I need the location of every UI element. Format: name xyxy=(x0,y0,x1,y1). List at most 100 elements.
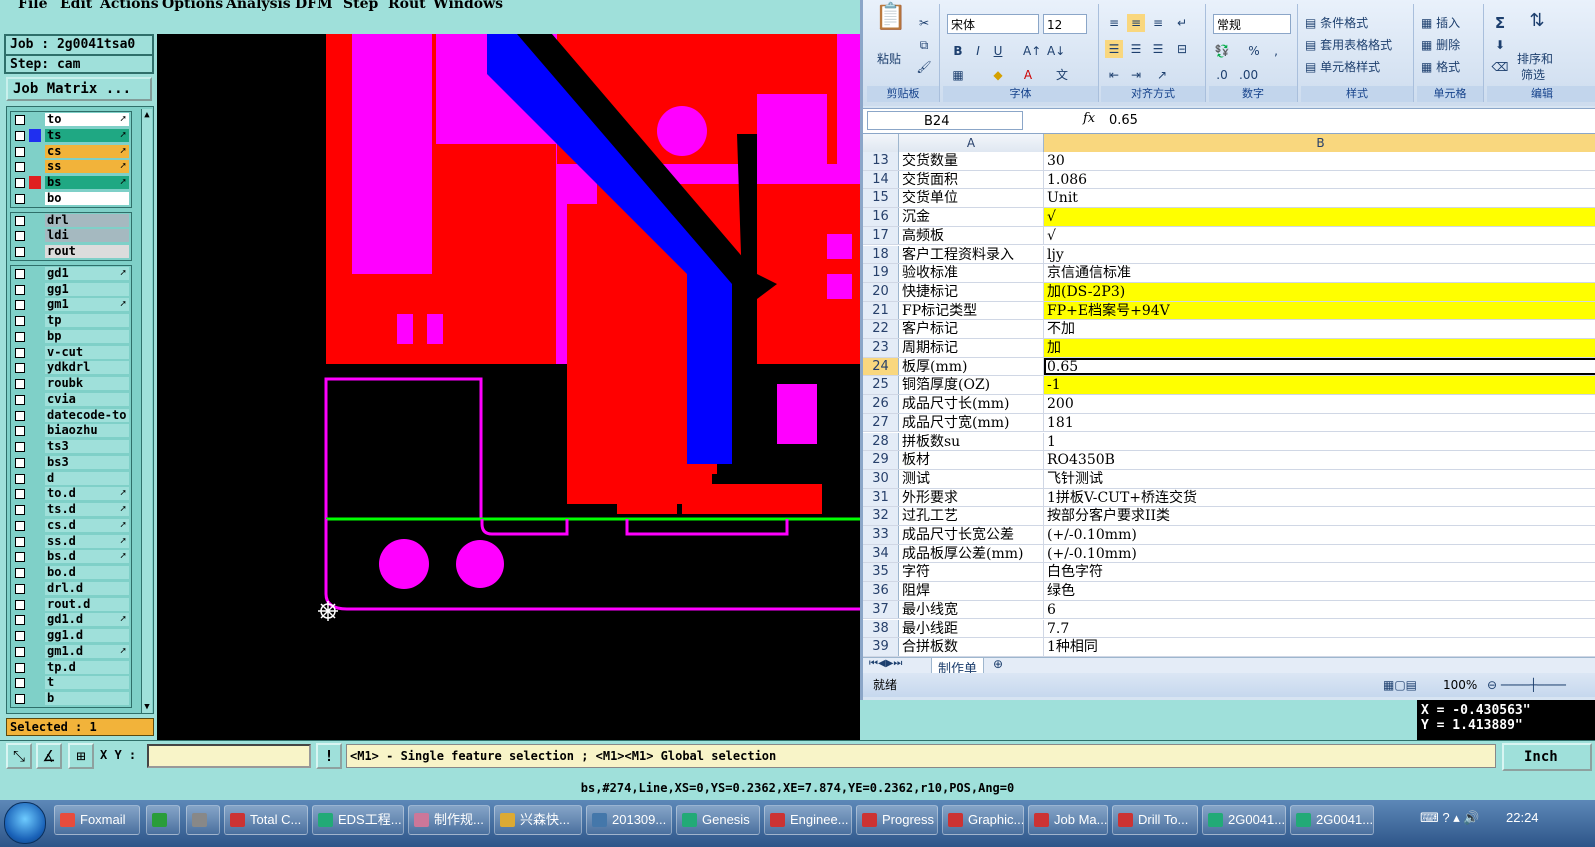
font-color-icon[interactable]: A xyxy=(1019,66,1037,84)
taskbar-item[interactable]: Foxmail xyxy=(54,805,140,835)
layer-name[interactable]: rout xyxy=(45,245,129,258)
layer-affected-marker[interactable] xyxy=(29,229,41,242)
increase-font-icon[interactable]: A↑ xyxy=(1023,42,1041,60)
layer-name[interactable]: bo.d xyxy=(45,566,129,579)
snap-grid-icon[interactable]: ⊞ xyxy=(68,743,94,769)
taskbar-item[interactable]: Job Ma... xyxy=(1028,805,1108,835)
spreadsheet-row[interactable]: 13 交货数量 30 xyxy=(863,152,1595,171)
layer-checkbox[interactable] xyxy=(15,520,25,531)
job-matrix-button[interactable]: Job Matrix ... xyxy=(6,77,152,101)
percent-icon[interactable]: % xyxy=(1245,42,1263,60)
menu-rout[interactable]: Rout xyxy=(388,0,426,12)
function-icon[interactable]: fx xyxy=(1083,111,1095,126)
menu-step[interactable]: Step xyxy=(343,0,378,12)
sort-filter-label-2[interactable]: 筛选 xyxy=(1521,66,1545,83)
layer-name[interactable]: bo xyxy=(45,191,129,205)
layer-affected-marker[interactable] xyxy=(29,676,41,689)
cell-a[interactable]: 测试 xyxy=(899,469,1044,488)
layer-affected-marker[interactable] xyxy=(29,582,41,595)
layer-name[interactable]: cs.d ➚ xyxy=(45,518,129,532)
comma-icon[interactable]: , xyxy=(1267,42,1285,60)
spreadsheet-row[interactable]: 38 最小线距 7.7 xyxy=(863,619,1595,639)
cell-b[interactable]: 按部分客户要求II类 xyxy=(1044,507,1595,525)
layer-row[interactable]: ss.d ➚ xyxy=(11,534,131,550)
zoom-slider[interactable]: ⊖ ────┼──── xyxy=(1487,673,1566,697)
insert-button[interactable]: ▦ 插入 xyxy=(1421,14,1460,31)
row-number[interactable]: 34 xyxy=(863,544,899,563)
layer-affected-marker[interactable] xyxy=(29,361,41,374)
font-size-select[interactable]: 12 xyxy=(1043,14,1087,34)
layer-row[interactable]: gd1.d ➚ xyxy=(11,612,131,628)
taskbar-item[interactable]: Drill To... xyxy=(1112,805,1198,835)
layer-name[interactable]: bp xyxy=(45,329,129,343)
decrease-font-icon[interactable]: A↓ xyxy=(1047,42,1065,60)
layer-checkbox[interactable] xyxy=(15,193,25,204)
layer-checkbox[interactable] xyxy=(15,568,25,578)
menu-analysis[interactable]: Analysis xyxy=(226,0,291,12)
autosum-icon[interactable]: Σ xyxy=(1491,14,1509,32)
sort-filter-icon[interactable]: ⇅ xyxy=(1523,12,1551,38)
layer-row[interactable]: bp xyxy=(11,329,131,345)
cell-a[interactable]: 过孔工艺 xyxy=(899,507,1044,525)
spreadsheet-row[interactable]: 22 客户标记 不加 xyxy=(863,320,1595,339)
layer-scrollbar[interactable]: ▲ ▼ xyxy=(141,109,152,713)
cell-a[interactable]: 成品尺寸长宽公差 xyxy=(899,526,1044,544)
layer-name[interactable]: datecode-to xyxy=(45,408,129,422)
layer-checkbox[interactable] xyxy=(15,178,25,188)
layer-checkbox[interactable] xyxy=(15,379,25,389)
layer-name[interactable]: cvia xyxy=(45,392,129,406)
layer-name[interactable]: gg1.d xyxy=(45,629,129,642)
cut-icon[interactable]: ✂ xyxy=(915,14,933,32)
spreadsheet-row[interactable]: 19 验收标准 京信通信标准 xyxy=(863,264,1595,283)
spreadsheet-row[interactable]: 31 外形要求 1拼板V-CUT+桥连交货 xyxy=(863,488,1595,508)
layer-name[interactable]: rout.d xyxy=(45,597,129,611)
cell-b[interactable]: 绿色 xyxy=(1044,582,1595,600)
layer-affected-marker[interactable] xyxy=(29,113,41,126)
row-number[interactable]: 31 xyxy=(863,488,899,507)
cell-a[interactable]: 快捷标记 xyxy=(899,282,1044,301)
cell-b[interactable]: 加 xyxy=(1044,339,1595,357)
scroll-up-arrow-icon[interactable]: ▲ xyxy=(142,109,152,121)
layer-row[interactable]: gd1 ➚ xyxy=(11,266,131,282)
menu-actions[interactable]: Actions xyxy=(100,0,159,12)
cell-b[interactable]: 200 xyxy=(1044,395,1595,413)
cell-a[interactable]: 铜箔厚度(OZ) xyxy=(899,376,1044,395)
spreadsheet-row[interactable]: 20 快捷标记 加(DS-2P3) xyxy=(863,282,1595,302)
taskbar-item[interactable]: 制作规... xyxy=(408,805,490,835)
clear-icon[interactable]: ⌫ xyxy=(1491,58,1509,76)
row-number[interactable]: 27 xyxy=(863,413,899,432)
cell-a[interactable]: 成品板厚公差(mm) xyxy=(899,544,1044,563)
layer-affected-marker[interactable] xyxy=(29,424,41,437)
taskbar-item[interactable]: Genesis xyxy=(676,805,760,835)
layer-affected-marker[interactable] xyxy=(29,440,41,453)
layer-row[interactable]: t xyxy=(11,675,131,691)
cell-a[interactable]: 验收标准 xyxy=(899,264,1044,282)
spreadsheet-grid[interactable]: 13 交货数量 30 14 交货面积 1.086 15 交货单位 Unit 16 沉金 √ 17 高频板 √… xyxy=(863,152,1595,657)
menu-options[interactable]: Options xyxy=(162,0,223,12)
layer-row[interactable]: ldi xyxy=(11,228,131,244)
layer-name[interactable]: tp.d xyxy=(45,660,129,674)
cell-a[interactable]: 最小线宽 xyxy=(899,600,1044,619)
paste-label[interactable]: 粘贴 xyxy=(877,50,901,67)
layer-affected-marker[interactable] xyxy=(29,503,41,516)
layer-affected-marker[interactable] xyxy=(29,377,41,390)
layer-row[interactable]: #1f2ff0 ts➚ xyxy=(11,128,131,144)
cell-a[interactable]: FP标记类型 xyxy=(899,301,1044,320)
conditional-format-button[interactable]: ▤ 条件格式 xyxy=(1305,14,1368,31)
cell-b[interactable]: 白色字符 xyxy=(1044,563,1595,581)
cell-a[interactable]: 成品尺寸宽(mm) xyxy=(899,413,1044,432)
cell-a[interactable]: 板厚(mm) xyxy=(899,357,1044,376)
layer-row[interactable]: to ➚ xyxy=(11,112,131,128)
align-left-icon[interactable]: ☰ xyxy=(1105,40,1123,58)
layer-checkbox[interactable] xyxy=(15,300,25,311)
cell-b[interactable]: 加(DS-2P3) xyxy=(1044,282,1595,301)
layer-name[interactable]: drl.d xyxy=(45,581,129,595)
layer-row[interactable]: v-cut xyxy=(11,345,131,361)
border-icon[interactable]: ▦ xyxy=(949,66,967,84)
layer-row[interactable]: bs3 xyxy=(11,455,131,471)
layer-affected-marker[interactable] xyxy=(29,214,41,227)
align-middle-icon[interactable]: ≡ xyxy=(1127,14,1145,32)
layer-row[interactable]: tp xyxy=(11,313,131,329)
cell-a[interactable]: 交货数量 xyxy=(899,152,1044,170)
row-number[interactable]: 23 xyxy=(863,339,899,357)
